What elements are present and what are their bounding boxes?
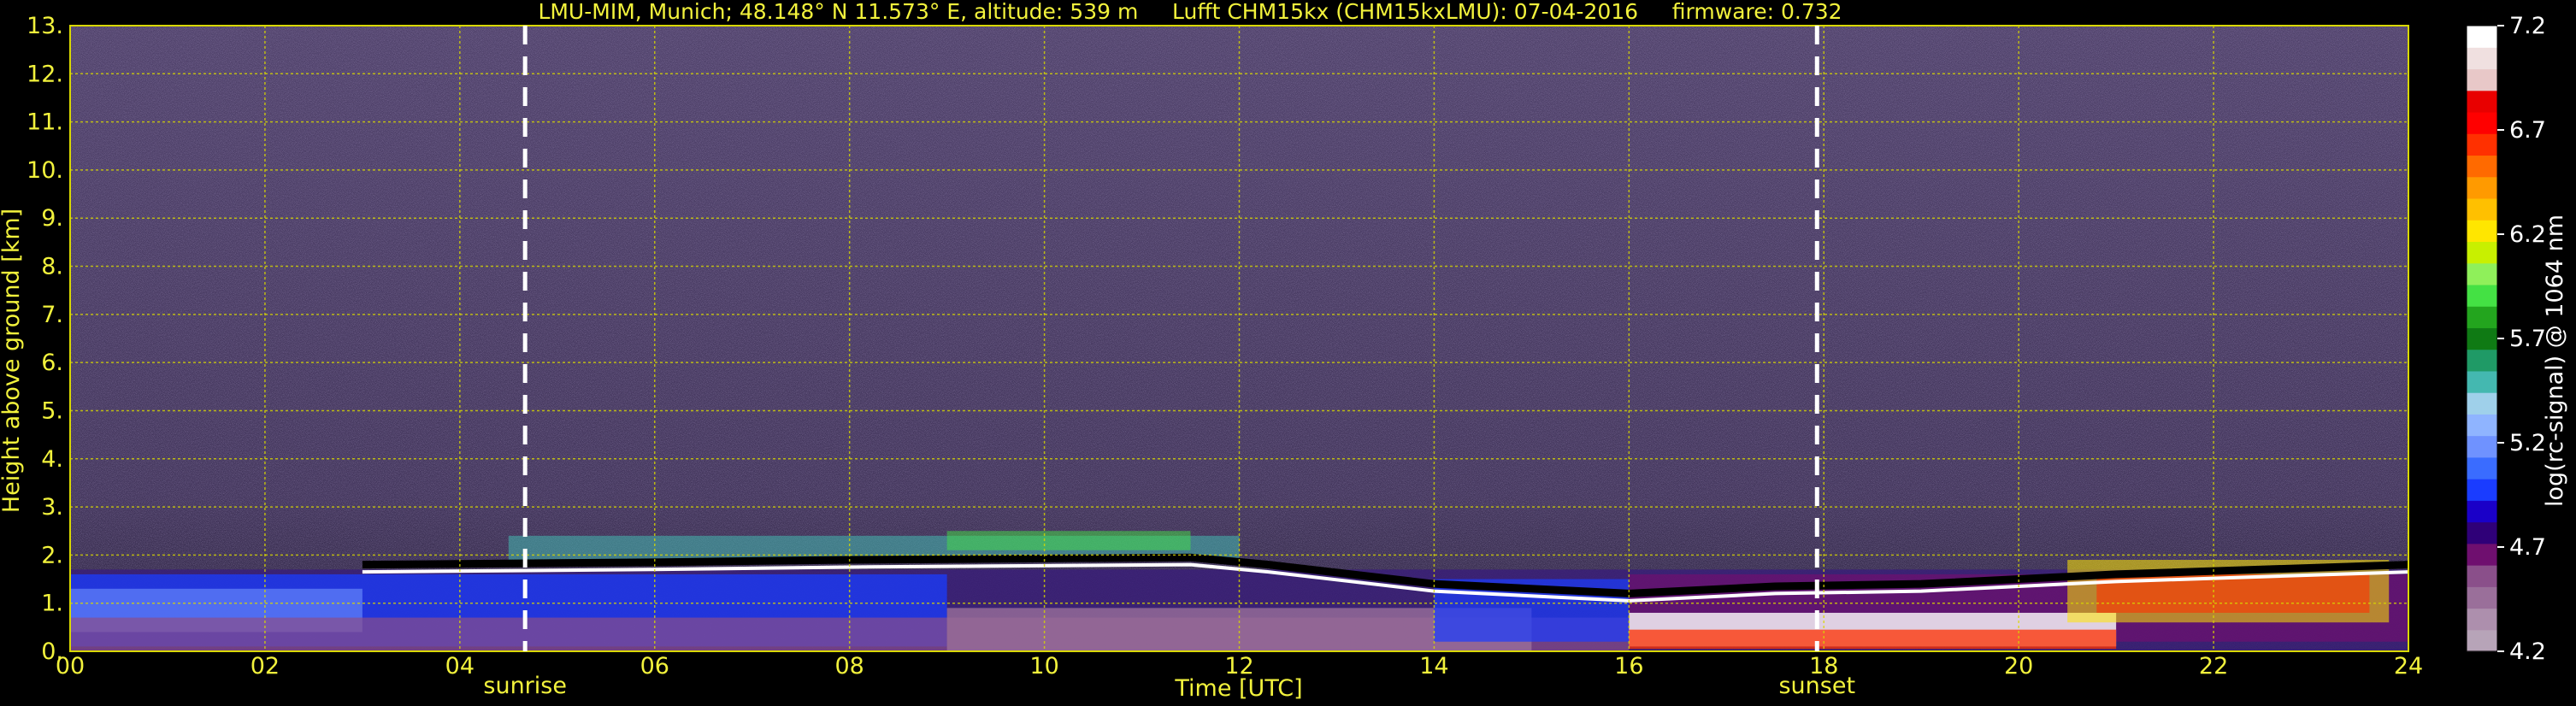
colorbar-segment xyxy=(2467,456,2497,479)
colorbar-tick-label: 5.7 xyxy=(2509,326,2546,352)
colorbar-segment xyxy=(2467,241,2497,264)
x-tick-label: 16 xyxy=(1614,653,1643,680)
chart-canvas: 00 02 04 06 08 10 12 14 16 18 20 22 240.1.2.3.4.5.6.… xyxy=(0,0,2568,702)
y-tick-label: 6. xyxy=(41,350,63,376)
y-tick-label: 8. xyxy=(41,254,63,280)
colorbar-segment xyxy=(2467,435,2497,458)
colorbar-tick-label: 4.2 xyxy=(2509,638,2546,665)
colorbar-segment xyxy=(2467,197,2497,221)
colorbar-label: log(rc-signal) @ 1064 nm xyxy=(2542,215,2568,507)
colorbar-segment xyxy=(2467,155,2497,178)
y-tick-label: 1. xyxy=(41,591,63,617)
y-tick-label: 7. xyxy=(41,302,63,328)
y-tick-label: 5. xyxy=(41,397,63,424)
x-tick-label: 06 xyxy=(640,653,669,680)
y-tick-label: 4. xyxy=(41,446,63,473)
y-tick-label: 3. xyxy=(41,494,63,521)
y-axis-label: Height above ground [km] xyxy=(0,209,25,513)
x-tick-label: 20 xyxy=(2004,653,2033,680)
x-tick-label: 14 xyxy=(1419,653,1448,680)
colorbar-segment xyxy=(2467,586,2497,609)
colorbar-segment xyxy=(2467,111,2497,134)
colorbar-segment xyxy=(2467,327,2497,350)
colorbar-segment xyxy=(2467,370,2497,393)
colorbar-segment xyxy=(2467,284,2497,307)
colorbar-segment xyxy=(2467,500,2497,523)
colorbar-segment xyxy=(2467,26,2497,48)
x-tick-label: 10 xyxy=(1029,653,1058,680)
y-tick-label: 11. xyxy=(27,109,63,136)
colorbar-tick-label: 7.2 xyxy=(2509,13,2546,39)
colorbar-segment xyxy=(2467,176,2497,199)
colorbar-segment xyxy=(2467,521,2497,544)
y-tick-label: 10. xyxy=(27,157,63,184)
colorbar-segment xyxy=(2467,133,2497,156)
colorbar-segment xyxy=(2467,543,2497,566)
colorbar-tick-label: 6.2 xyxy=(2509,221,2546,248)
colorbar-segment xyxy=(2467,220,2497,243)
x-axis-label: Time [UTC] xyxy=(1174,675,1302,702)
x-tick-label: 22 xyxy=(2199,653,2228,680)
lidar-chart: 00 02 04 06 08 10 12 14 16 18 20 22 24 0. 1. 2. 3. 4. 5. 6.… xyxy=(0,0,2576,706)
y-tick-label: 2. xyxy=(41,542,63,568)
y-tick-label: 13. xyxy=(27,13,63,39)
x-tick-label: 02 xyxy=(251,653,280,680)
x-tick-label: 04 xyxy=(445,653,475,680)
colorbar-segment xyxy=(2467,47,2497,70)
colorbar-segment xyxy=(2467,90,2497,113)
y-tick-label: 9. xyxy=(41,205,63,232)
layer-red xyxy=(1629,629,2117,650)
marker-label-sunset: sunset xyxy=(1778,673,1855,699)
y-tick-label: 12. xyxy=(27,61,63,87)
colorbar-segment xyxy=(2467,68,2497,91)
marker-label-sunrise: sunrise xyxy=(483,673,567,699)
colorbar-segment xyxy=(2467,392,2497,415)
chart-title: LMU-MIM, Munich; 48.148° N 11.573° E, al… xyxy=(538,0,1842,24)
x-tick-label: 24 xyxy=(2394,653,2423,680)
colorbar-segment xyxy=(2467,629,2497,652)
colorbar-segment xyxy=(2467,349,2497,372)
colorbar-tick-label: 4.7 xyxy=(2509,534,2546,561)
colorbar-segment xyxy=(2467,306,2497,328)
colorbar: 4.2 4.7 5.2 5.7 6.2 6.7 7.2 xyxy=(2466,13,2546,665)
layer-green-top xyxy=(946,531,1191,550)
x-tick-label: 08 xyxy=(834,653,864,680)
y-tick-label: 0. xyxy=(41,638,63,665)
colorbar-tick-label: 5.2 xyxy=(2509,430,2546,456)
colorbar-segment xyxy=(2467,262,2497,285)
colorbar-segment xyxy=(2467,608,2497,631)
colorbar-segment xyxy=(2467,414,2497,437)
colorbar-tick-label: 6.7 xyxy=(2509,117,2546,144)
colorbar-segment xyxy=(2467,565,2497,587)
colorbar-segment xyxy=(2467,479,2497,501)
